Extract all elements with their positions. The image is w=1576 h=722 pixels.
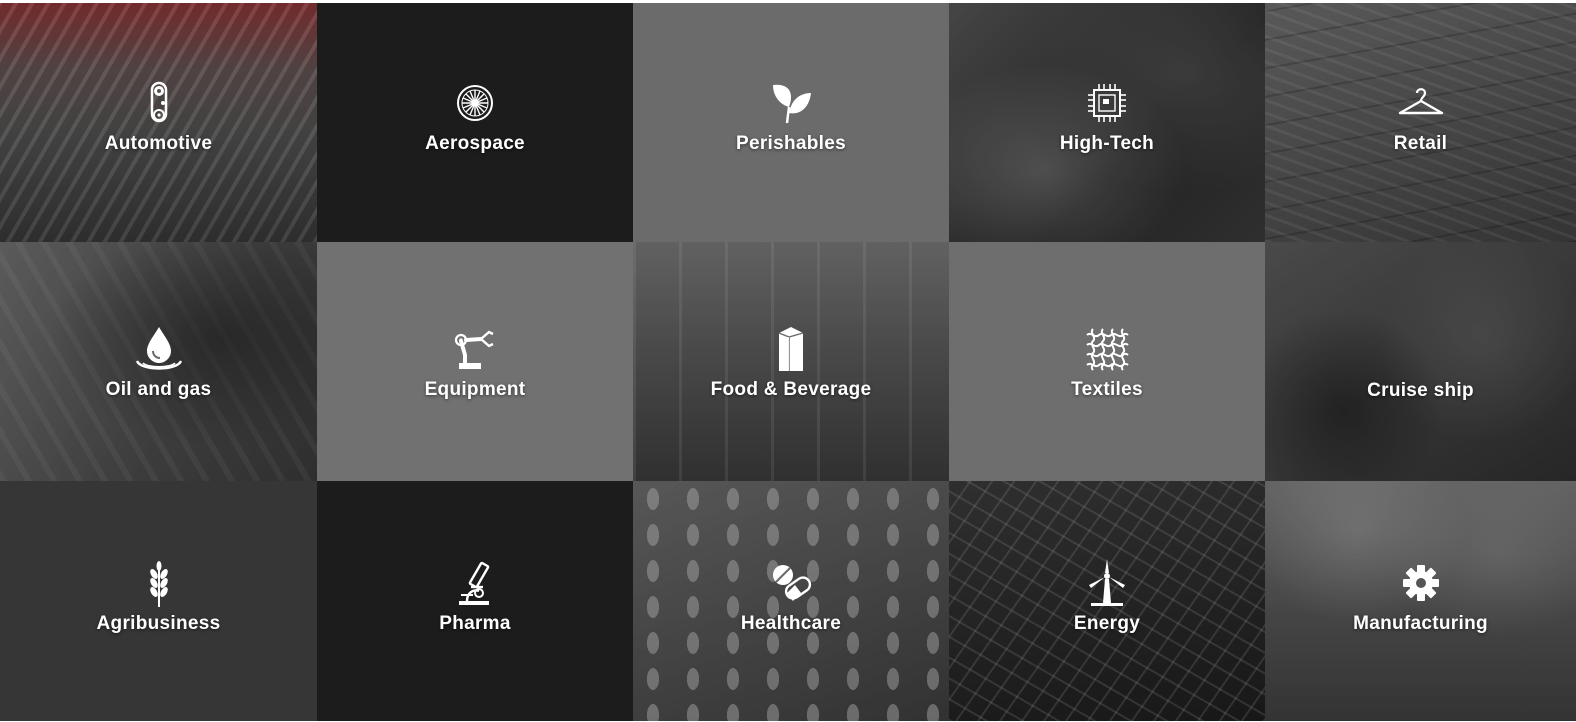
tile-manufacturing[interactable]: Manufacturing bbox=[1265, 481, 1576, 721]
tile-label: Cruise ship bbox=[1367, 379, 1474, 401]
tile-food-and-beverage[interactable]: Food & Beverage bbox=[633, 242, 949, 481]
leaf-icon bbox=[765, 77, 817, 129]
tile-automotive[interactable]: Automotive bbox=[0, 3, 317, 242]
tile-textiles[interactable]: Textiles bbox=[949, 242, 1265, 481]
microchip-icon bbox=[1081, 77, 1133, 129]
tile-label: Healthcare bbox=[740, 613, 842, 634]
milk-carton-icon bbox=[765, 323, 817, 375]
capsule-pill-icon bbox=[765, 557, 817, 609]
tile-label: Pharma bbox=[439, 613, 511, 634]
tile-label: Aerospace bbox=[425, 132, 525, 154]
gear-chain-icon bbox=[133, 77, 185, 129]
tile-label: Automotive bbox=[104, 132, 213, 154]
industries-grid: Automotive Aerospace Perishables High-Te… bbox=[0, 3, 1576, 721]
tile-equipment[interactable]: Equipment bbox=[317, 242, 633, 481]
tile-high-tech[interactable]: High-Tech bbox=[949, 3, 1265, 242]
hanger-icon bbox=[1395, 77, 1447, 129]
wind-turbine-icon bbox=[1081, 557, 1133, 609]
tile-perishables[interactable]: Perishables bbox=[633, 3, 949, 242]
jet-engine-icon bbox=[449, 77, 501, 129]
tile-label: Food & Beverage bbox=[710, 378, 872, 400]
microscope-icon bbox=[449, 557, 501, 609]
tile-cruise-ship[interactable]: Cruise ship bbox=[1265, 242, 1576, 481]
tile-label: Oil and gas bbox=[105, 378, 212, 400]
tile-healthcare[interactable]: Healthcare bbox=[633, 481, 949, 721]
cruise-ship-background-image bbox=[1265, 242, 1576, 481]
gear-icon bbox=[1395, 557, 1447, 609]
tile-label: Agribusiness bbox=[96, 613, 221, 634]
tile-oil-and-gas[interactable]: Oil and gas bbox=[0, 242, 317, 481]
tile-label: Equipment bbox=[424, 378, 526, 400]
robot-arm-icon bbox=[449, 323, 501, 375]
woven-fabric-icon bbox=[1081, 323, 1133, 375]
tile-energy[interactable]: Energy bbox=[949, 481, 1265, 721]
oil-drop-icon bbox=[133, 323, 185, 375]
tile-label: Energy bbox=[1073, 613, 1141, 634]
tile-label: Perishables bbox=[736, 132, 846, 154]
tile-label: Retail bbox=[1393, 132, 1448, 154]
tile-aerospace[interactable]: Aerospace bbox=[317, 3, 633, 242]
tile-retail[interactable]: Retail bbox=[1265, 3, 1576, 242]
tile-pharma[interactable]: Pharma bbox=[317, 481, 633, 721]
wheat-icon bbox=[133, 557, 185, 609]
tile-label: Textiles bbox=[1071, 378, 1143, 400]
tile-label: High-Tech bbox=[1059, 132, 1155, 154]
tile-label: Manufacturing bbox=[1353, 613, 1488, 634]
tile-agribusiness[interactable]: Agribusiness bbox=[0, 481, 317, 721]
